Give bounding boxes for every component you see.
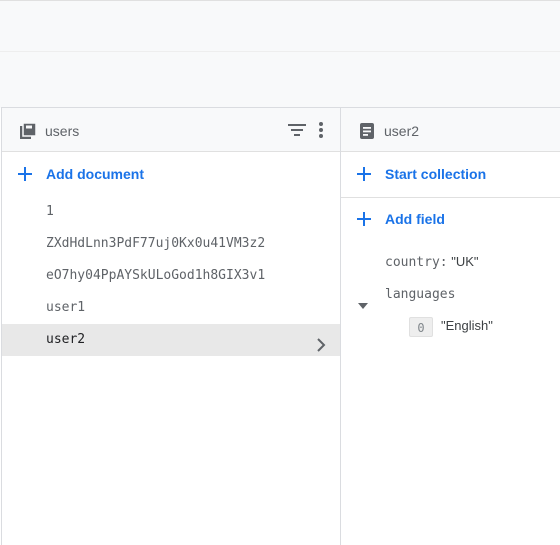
- collection-icon: [19, 122, 37, 140]
- field-key: languages: [385, 287, 456, 302]
- document-id: user1: [46, 300, 86, 315]
- add-icon: [357, 212, 371, 226]
- more-vert-icon[interactable]: [312, 120, 330, 140]
- document-icon: [358, 122, 376, 140]
- document-id: user2: [46, 332, 86, 347]
- header-band: [0, 52, 560, 108]
- document-panel: user2 Start collection Add field country…: [341, 107, 560, 545]
- collection-panel: users Add document 1 ZXdHdLnn3PdF77uj0Kx…: [1, 107, 341, 545]
- add-field-button[interactable]: Add field: [355, 207, 445, 231]
- document-item[interactable]: 1: [2, 196, 340, 228]
- chevron-right-icon: [314, 333, 328, 352]
- field-key: country:: [385, 255, 448, 270]
- add-icon: [357, 167, 371, 181]
- filter-icon[interactable]: [287, 122, 307, 138]
- document-panel-header: user2: [341, 108, 560, 152]
- document-item[interactable]: eO7hy04PpAYSkULoGod1h8GIX3v1: [2, 260, 340, 292]
- document-list: 1 ZXdHdLnn3PdF77uj0Kx0u41VM3z2 eO7hy04Pp…: [2, 196, 340, 356]
- document-id: 1: [46, 204, 54, 219]
- add-document-label: Add document: [46, 166, 144, 182]
- field-row-languages[interactable]: languages: [341, 278, 560, 310]
- add-document-button[interactable]: Add document: [16, 162, 144, 186]
- field-row-country[interactable]: country: "UK": [341, 246, 560, 278]
- document-title: user2: [384, 123, 420, 139]
- start-collection-label: Start collection: [385, 166, 487, 182]
- caret-down-icon[interactable]: [357, 290, 369, 309]
- field-list: country: "UK" languages 0 "English": [341, 246, 560, 342]
- add-field-label: Add field: [385, 211, 445, 227]
- document-id: ZXdHdLnn3PdF77uj0Kx0u41VM3z2: [46, 236, 266, 251]
- collection-title: users: [45, 123, 80, 139]
- add-icon: [18, 167, 32, 181]
- document-id: eO7hy04PpAYSkULoGod1h8GIX3v1: [46, 268, 266, 283]
- field-value: "English": [441, 318, 493, 333]
- collection-panel-header: users: [2, 108, 340, 152]
- document-item[interactable]: user1: [2, 292, 340, 324]
- field-value: "UK": [451, 254, 479, 269]
- array-item[interactable]: 0 "English": [341, 310, 560, 342]
- start-collection-button[interactable]: Start collection: [355, 162, 486, 186]
- array-index: 0: [409, 316, 433, 337]
- document-item[interactable]: ZXdHdLnn3PdF77uj0Kx0u41VM3z2: [2, 228, 340, 260]
- document-item-selected[interactable]: user2: [2, 324, 340, 356]
- divider: [341, 197, 560, 198]
- top-bar: [0, 0, 560, 52]
